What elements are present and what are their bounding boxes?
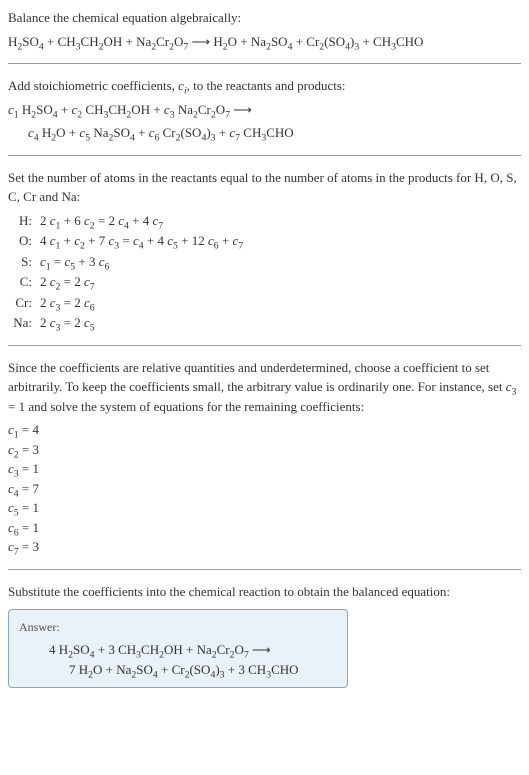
atom-row: C: 2 c2 = 2 c7	[12, 272, 521, 292]
divider	[8, 569, 521, 570]
atom-row: H: 2 c1 + 6 c2 = 2 c4 + 4 c7	[12, 211, 521, 231]
atom-label-s: S:	[12, 252, 40, 272]
atom-label-cr: Cr:	[12, 293, 40, 313]
stoich-var: ci	[178, 78, 187, 93]
atom-label-h: H:	[12, 211, 40, 231]
atom-row: S: c1 = c5 + 3 c6	[12, 252, 521, 272]
coeff-row: c5 = 1	[8, 498, 521, 518]
unbalanced-equation: H2SO4 + CH3CH2OH + Na2Cr2O7 ⟶ H2O + Na2S…	[8, 32, 521, 52]
atom-eq-s: c1 = c5 + 3 c6	[40, 252, 109, 272]
coeff-row: c7 = 3	[8, 537, 521, 557]
balanced-equation-line1: 4 H2SO4 + 3 CH3CH2OH + Na2Cr2O7 ⟶	[49, 640, 337, 660]
section-balance-intro: Balance the chemical equation algebraica…	[8, 8, 521, 51]
atom-eq-cr: 2 c3 = 2 c6	[40, 293, 95, 313]
coeff-equation-line1: c1 H2SO4 + c2 CH3CH2OH + c3 Na2Cr2O7 ⟶	[8, 100, 521, 120]
atom-label-o: O:	[12, 231, 40, 251]
atoms-intro: Set the number of atoms in the reactants…	[8, 168, 521, 207]
coeff-equation-line2: c4 H2O + c5 Na2SO4 + c6 Cr2(SO4)3 + c7 C…	[28, 123, 521, 143]
atom-label-na: Na:	[12, 313, 40, 333]
coeff-row: c1 = 4	[8, 420, 521, 440]
atom-row: Cr: 2 c3 = 2 c6	[12, 293, 521, 313]
coeff-row: c4 = 7	[8, 479, 521, 499]
divider	[8, 155, 521, 156]
stoich-intro-post: , to the reactants and products:	[187, 78, 346, 93]
atom-eq-o: 4 c1 + c2 + 7 c3 = c4 + 4 c5 + 12 c6 + c…	[40, 231, 243, 251]
stoich-intro: Add stoichiometric coefficients, ci, to …	[8, 76, 521, 96]
atom-label-c: C:	[12, 272, 40, 292]
section-solve: Since the coefficients are relative quan…	[8, 358, 521, 557]
answer-box: Answer: 4 H2SO4 + 3 CH3CH2OH + Na2Cr2O7 …	[8, 609, 348, 688]
coeff-row: c6 = 1	[8, 518, 521, 538]
coefficient-list: c1 = 4 c2 = 3 c3 = 1 c4 = 7 c5 = 1 c6 = …	[8, 420, 521, 557]
coeff-row: c3 = 1	[8, 459, 521, 479]
divider	[8, 63, 521, 64]
balanced-equation-line2: 7 H2O + Na2SO4 + Cr2(SO4)3 + 3 CH3CHO	[69, 660, 337, 680]
answer-intro: Substitute the coefficients into the che…	[8, 582, 521, 602]
atom-row: Na: 2 c3 = 2 c5	[12, 313, 521, 333]
solve-intro: Since the coefficients are relative quan…	[8, 358, 521, 417]
divider	[8, 345, 521, 346]
atom-eq-na: 2 c3 = 2 c5	[40, 313, 95, 333]
atom-equations-table: H: 2 c1 + 6 c2 = 2 c4 + 4 c7 O: 4 c1 + c…	[12, 211, 521, 333]
solve-intro-p1: Since the coefficients are relative quan…	[8, 360, 506, 395]
stoich-intro-pre: Add stoichiometric coefficients,	[8, 78, 178, 93]
solve-intro-p2: and solve the system of equations for th…	[25, 399, 364, 414]
balance-intro-text: Balance the chemical equation algebraica…	[8, 8, 521, 28]
section-answer: Substitute the coefficients into the che…	[8, 582, 521, 689]
section-stoichiometric: Add stoichiometric coefficients, ci, to …	[8, 76, 521, 143]
answer-label: Answer:	[19, 618, 337, 636]
coeff-row: c2 = 3	[8, 440, 521, 460]
atom-eq-h: 2 c1 + 6 c2 = 2 c4 + 4 c7	[40, 211, 163, 231]
atom-eq-c: 2 c2 = 2 c7	[40, 272, 95, 292]
atom-row: O: 4 c1 + c2 + 7 c3 = c4 + 4 c5 + 12 c6 …	[12, 231, 521, 251]
section-atoms: Set the number of atoms in the reactants…	[8, 168, 521, 333]
